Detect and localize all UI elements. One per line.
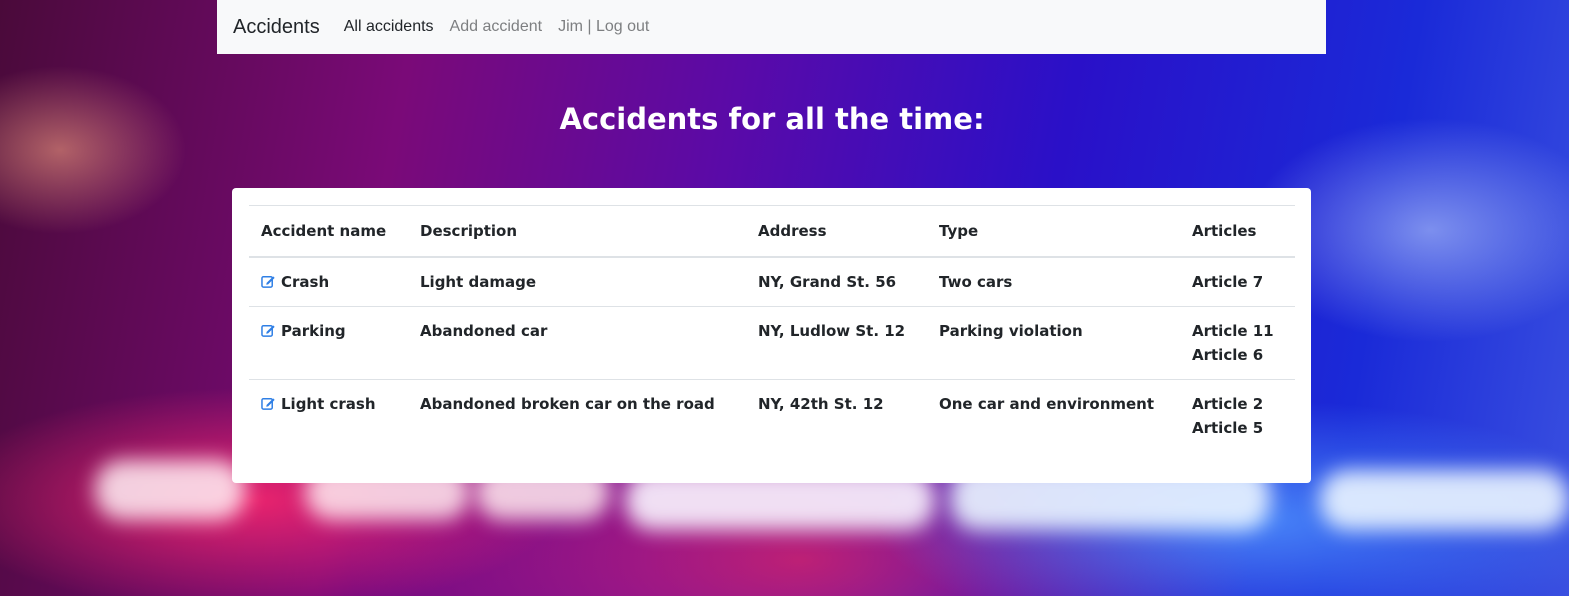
edit-icon[interactable] (261, 323, 276, 337)
cell-type: Parking violation (927, 306, 1180, 380)
edit-icon[interactable] (261, 396, 276, 410)
header-accident-name: Accident name (249, 205, 408, 258)
cell-description: Abandoned car (408, 306, 746, 380)
cell-articles: Article 11 Article 6 (1180, 306, 1295, 380)
edit-icon[interactable] (261, 274, 276, 288)
nav-link-user-logout[interactable]: Jim | Log out (558, 18, 649, 36)
table-row: Light crash Abandoned broken car on the … (249, 379, 1295, 452)
cell-articles: Article 2 Article 5 (1180, 379, 1295, 452)
navbar-brand[interactable]: Accidents (233, 16, 320, 39)
accident-name[interactable]: Crash (281, 273, 329, 291)
cell-address: NY, Grand St. 56 (746, 256, 927, 307)
header-description: Description (408, 205, 746, 258)
article-item: Article 7 (1192, 273, 1264, 291)
header-articles: Articles (1180, 205, 1295, 258)
article-item: Article 2 (1192, 395, 1264, 413)
accidents-table: Accident name Description Address Type A… (249, 205, 1295, 452)
cell-accident-name: Parking (249, 306, 408, 380)
cell-accident-name: Crash (249, 256, 408, 307)
cell-type: Two cars (927, 256, 1180, 307)
article-item: Article 6 (1192, 346, 1264, 364)
navbar: Accidents All accidents Add accident Jim… (217, 0, 1326, 54)
accident-name[interactable]: Light crash (281, 395, 376, 413)
article-item: Article 11 (1192, 322, 1274, 340)
nav-link-add-accident[interactable]: Add accident (450, 18, 543, 36)
cell-accident-name: Light crash (249, 379, 408, 452)
header-type: Type (927, 205, 1180, 258)
page-title: Accidents for all the time: (559, 102, 985, 136)
table-header-row: Accident name Description Address Type A… (249, 205, 1295, 258)
article-item: Article 5 (1192, 419, 1264, 437)
cell-address: NY, 42th St. 12 (746, 379, 927, 452)
nav-link-all-accidents[interactable]: All accidents (344, 18, 434, 36)
table-row: Parking Abandoned car NY, Ludlow St. 12 … (249, 306, 1295, 380)
cell-type: One car and environment (927, 379, 1180, 452)
accident-name[interactable]: Parking (281, 322, 346, 340)
cell-description: Abandoned broken car on the road (408, 379, 746, 452)
header-address: Address (746, 205, 927, 258)
table-row: Crash Light damage NY, Grand St. 56 Two … (249, 256, 1295, 307)
cell-description: Light damage (408, 256, 746, 307)
cell-address: NY, Ludlow St. 12 (746, 306, 927, 380)
cell-articles: Article 7 (1180, 256, 1295, 307)
accidents-card: Accident name Description Address Type A… (232, 188, 1311, 483)
